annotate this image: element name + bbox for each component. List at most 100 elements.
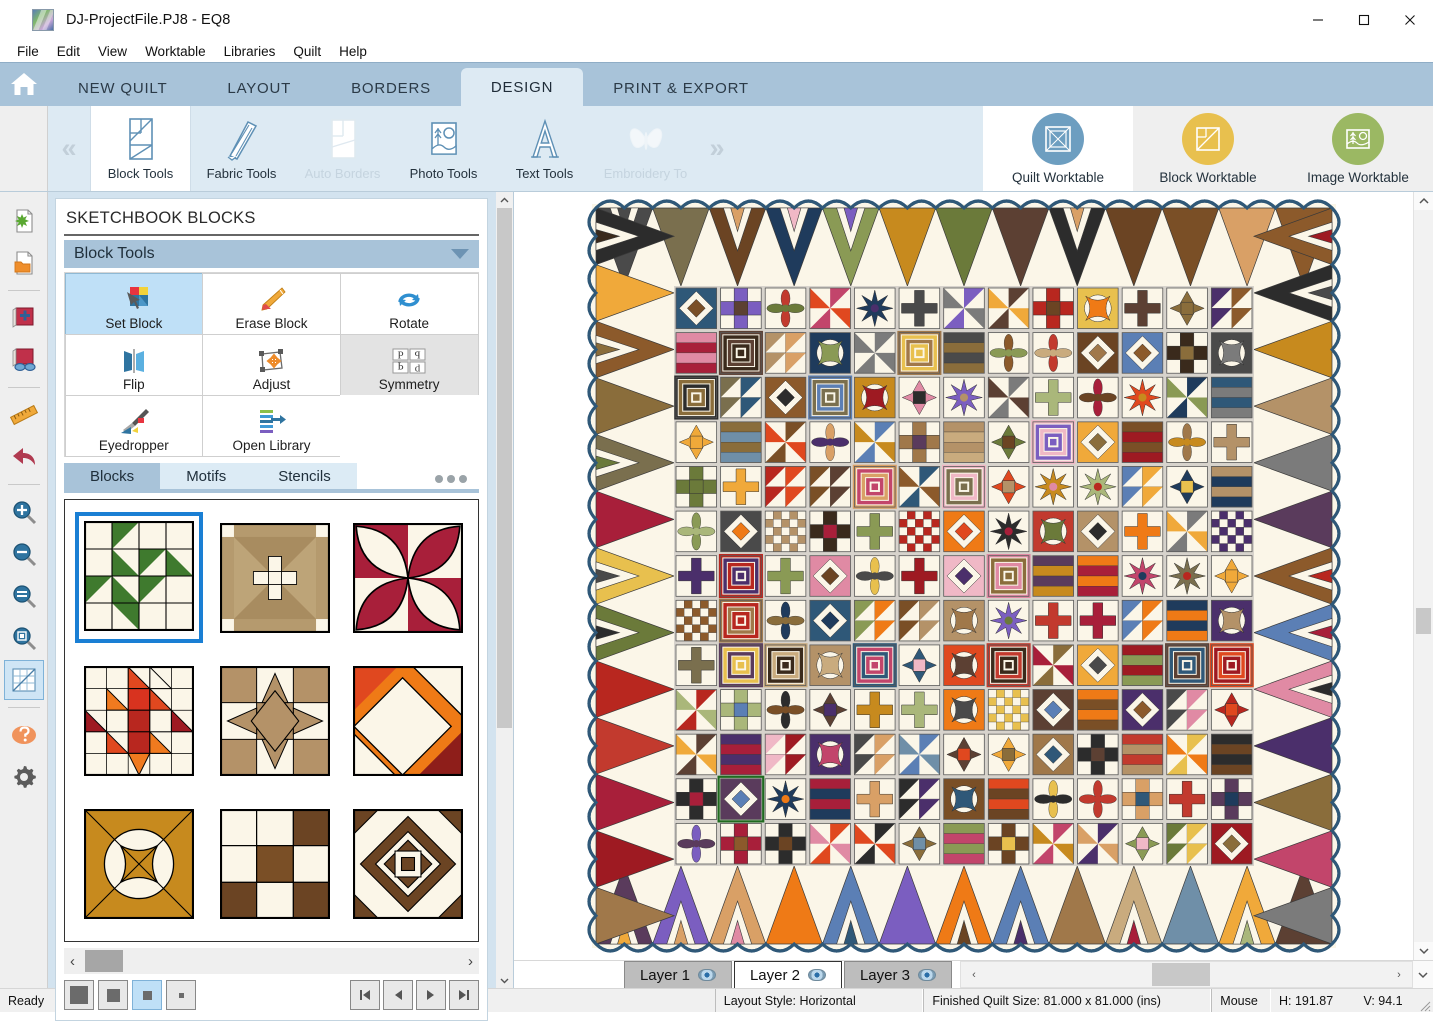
canvas-vertical-scrollbar[interactable] — [1413, 192, 1433, 960]
symmetry-button[interactable]: P P P d Symmetry — [339, 333, 479, 396]
canvas-scroll-right-icon[interactable]: › — [1386, 969, 1412, 981]
tab-motifs[interactable]: Motifs — [160, 463, 253, 489]
tab-print-export[interactable]: PRINT & EXPORT — [583, 70, 779, 106]
sidebar-scrollbar[interactable] — [496, 192, 513, 988]
canvas-scroll-left-icon[interactable]: ‹ — [961, 969, 987, 981]
sidebar-scroll-down-icon[interactable] — [496, 972, 513, 988]
grid-toggle-icon[interactable] — [3, 660, 44, 700]
maximize-button[interactable] — [1341, 0, 1387, 40]
menu-libraries[interactable]: Libraries — [215, 42, 285, 61]
block-tools-group-header[interactable]: Block Tools — [64, 240, 479, 268]
close-button[interactable] — [1387, 0, 1433, 40]
scroll-left-icon[interactable]: ‹ — [70, 953, 75, 970]
canvas-scroll-thumb[interactable] — [1416, 608, 1431, 634]
undo-arrow-icon[interactable] — [4, 437, 44, 477]
menu-worktable[interactable]: Worktable — [136, 42, 215, 61]
sidebar-scroll-thumb[interactable] — [497, 208, 512, 728]
flip-button[interactable]: Flip — [64, 333, 204, 396]
canvas-scroll-corner[interactable] — [1413, 961, 1433, 988]
rotate-button[interactable]: Rotate — [339, 272, 479, 335]
thumbnail-size-tiny[interactable] — [166, 980, 196, 1010]
layer-tab-3[interactable]: Layer 3 — [844, 961, 952, 988]
block-thumb-orange-diagonal[interactable] — [348, 653, 469, 788]
ribbon-fabric-tools[interactable]: Fabric Tools — [191, 106, 292, 191]
tab-design[interactable]: DESIGN — [460, 68, 584, 106]
canvas-scroll-track[interactable] — [1414, 210, 1433, 942]
tab-stencils[interactable]: Stencils — [252, 463, 357, 489]
menu-quilt[interactable]: Quilt — [284, 42, 330, 61]
add-to-sketchbook-icon[interactable] — [4, 298, 44, 338]
chevron-down-icon[interactable] — [451, 249, 469, 259]
scroll-right-icon[interactable]: › — [468, 953, 473, 970]
view-sketchbook-icon[interactable] — [4, 340, 44, 380]
ribbon-scroll-left-icon[interactable]: « — [48, 106, 90, 191]
adjust-button[interactable]: Adjust — [202, 333, 341, 396]
settings-gear-icon[interactable] — [4, 757, 44, 797]
home-icon[interactable] — [0, 62, 48, 106]
thumbnail-size-large[interactable] — [64, 980, 94, 1010]
quilt-canvas[interactable] — [514, 192, 1413, 960]
canvas-scroll-up-icon[interactable] — [1414, 192, 1433, 210]
eye-icon[interactable] — [918, 969, 937, 981]
zoom-in-icon[interactable] — [4, 492, 44, 532]
ribbon-scroll-right-icon[interactable]: » — [696, 106, 738, 191]
prev-page-button[interactable] — [383, 980, 413, 1010]
block-thumb-tan-plaid-star[interactable] — [215, 510, 336, 645]
eye-icon[interactable] — [698, 969, 717, 981]
menu-file[interactable]: File — [8, 42, 48, 61]
minimize-button[interactable] — [1295, 0, 1341, 40]
hscroll-thumb[interactable] — [85, 950, 123, 972]
block-thumb-tan-nine-patch[interactable] — [215, 653, 336, 788]
resize-grip-icon[interactable] — [1415, 989, 1433, 1012]
zoom-fit-icon[interactable] — [4, 576, 44, 616]
menu-view[interactable]: View — [89, 42, 136, 61]
canvas-hscroll-track[interactable] — [987, 962, 1386, 987]
next-page-button[interactable] — [416, 980, 446, 1010]
erase-block-button[interactable]: Erase Block — [202, 272, 341, 335]
block-thumb-gold-circle[interactable] — [75, 796, 203, 931]
image-worktable-button[interactable]: Image Worktable — [1283, 106, 1433, 191]
eyedropper-button[interactable]: Eyedropper — [64, 394, 204, 457]
thumbnail-size-medium[interactable] — [98, 980, 128, 1010]
last-page-button[interactable] — [449, 980, 479, 1010]
thumbnail-size-small[interactable] — [132, 980, 162, 1010]
open-library-button[interactable]: Open Library — [202, 394, 341, 457]
block-thumb-red-orange-diamond[interactable] — [75, 653, 203, 788]
block-thumb-brown-nine-patch[interactable] — [215, 796, 336, 931]
sidebar-scroll-track[interactable] — [496, 208, 513, 972]
block-thumb-red-petal[interactable] — [348, 510, 469, 645]
ribbon-block-tools[interactable]: Block Tools — [90, 106, 191, 191]
tab-new-quilt[interactable]: NEW QUILT — [48, 70, 197, 106]
tab-borders[interactable]: BORDERS — [321, 70, 461, 106]
ribbon-photo-tools[interactable]: Photo Tools — [393, 106, 494, 191]
blocks-horizontal-scrollbar[interactable]: ‹ › — [64, 948, 479, 974]
zoom-rect-icon[interactable] — [4, 618, 44, 658]
ribbon-auto-borders[interactable]: Auto Borders — [292, 106, 393, 191]
set-block-button[interactable]: Set Block — [64, 272, 204, 335]
block-thumb-pinwheel-green[interactable] — [75, 510, 203, 645]
block-thumb-brown-diamond-ring[interactable] — [348, 796, 469, 931]
tab-layout[interactable]: LAYOUT — [197, 70, 321, 106]
layer-tab-1[interactable]: Layer 1 — [624, 961, 732, 988]
canvas-scroll-down-icon[interactable] — [1414, 942, 1433, 960]
help-icon[interactable] — [4, 715, 44, 755]
open-project-icon[interactable] — [4, 243, 44, 283]
tab-blocks[interactable]: Blocks — [64, 463, 161, 489]
layer-tab-2[interactable]: Layer 2 — [734, 961, 842, 988]
menu-edit[interactable]: Edit — [48, 42, 89, 61]
menu-help[interactable]: Help — [330, 42, 376, 61]
block-worktable-button[interactable]: Block Worktable — [1133, 106, 1283, 191]
first-page-button[interactable] — [350, 980, 380, 1010]
dear-jane-sampler-quilt[interactable] — [583, 196, 1344, 956]
ribbon-embroidery-tools[interactable]: Embroidery To — [595, 106, 696, 191]
canvas-horizontal-scrollbar[interactable]: ‹ › — [960, 961, 1413, 988]
more-dots-icon[interactable] — [435, 475, 479, 489]
sidebar-scroll-up-icon[interactable] — [496, 192, 513, 208]
quilt-worktable-button[interactable]: Quilt Worktable — [983, 106, 1133, 191]
canvas-hscroll-thumb[interactable] — [1152, 963, 1210, 986]
new-project-icon[interactable] — [4, 201, 44, 241]
zoom-out-icon[interactable] — [4, 534, 44, 574]
ribbon-text-tools[interactable]: Text Tools — [494, 106, 595, 191]
eye-icon[interactable] — [808, 969, 827, 981]
ruler-icon[interactable] — [4, 395, 44, 435]
